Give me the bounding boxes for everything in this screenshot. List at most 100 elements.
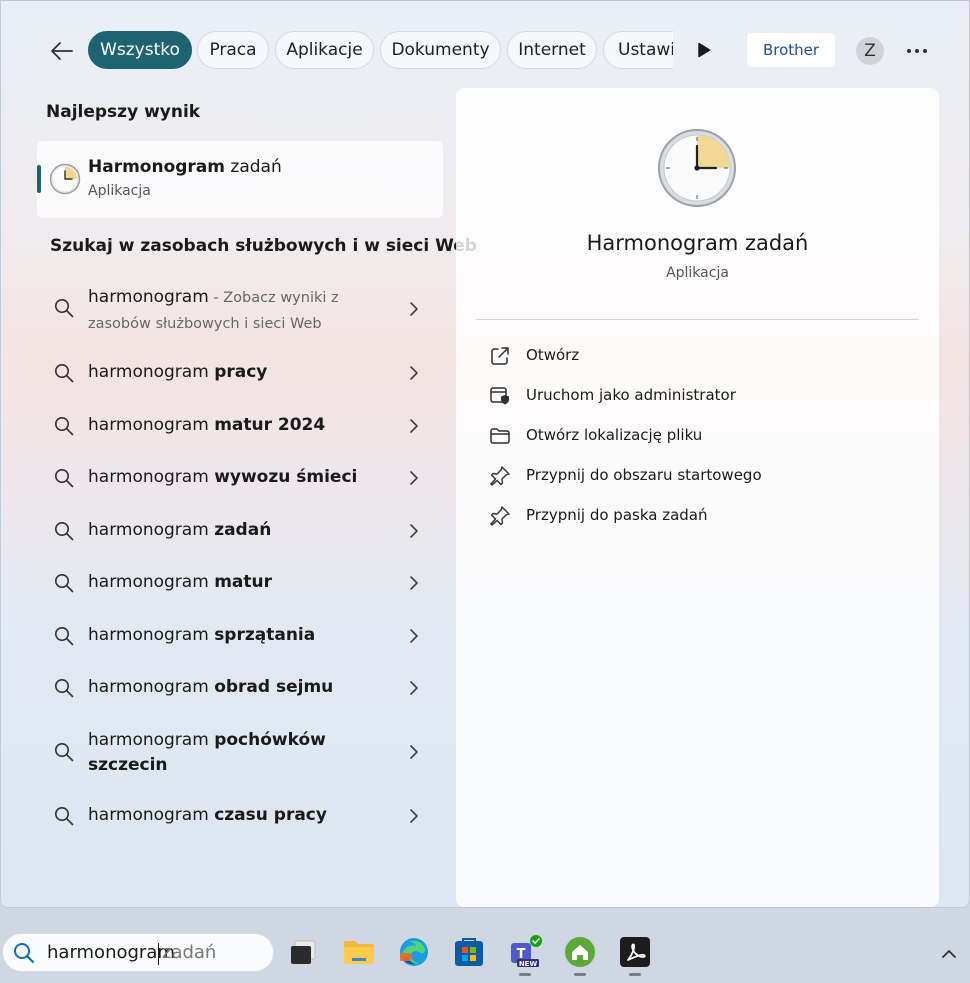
teams-button[interactable]: T NEW (508, 935, 542, 976)
task-view-icon (291, 940, 316, 964)
action-label: Otwórz lokalizację pliku (526, 426, 703, 444)
chevron-right-icon (410, 629, 418, 643)
search-icon (55, 627, 74, 646)
show-hidden-icons-button[interactable] (936, 941, 962, 967)
store-button[interactable] (452, 935, 486, 969)
taskbar-search-box[interactable]: harmonogram zadań (2, 933, 274, 972)
chevron-right-icon (410, 366, 418, 380)
home-icon (565, 937, 595, 967)
suggestion-text: harmonogram zadań (88, 520, 272, 540)
search-icon (55, 574, 74, 593)
task-view-button[interactable] (287, 935, 321, 969)
action-label: Uruchom jako administrator (526, 386, 736, 404)
tab-internet[interactable]: Internet (507, 31, 597, 69)
taskbar: harmonogram zadań T NEW (0, 921, 970, 983)
detail-app-type: Aplikacja (666, 265, 729, 281)
suggestion-text: harmonogram pochówków szczecin (88, 730, 326, 775)
search-icon (55, 299, 74, 318)
tab-apps[interactable]: Aplikacje (275, 31, 374, 69)
action-label: Przypnij do paska zadań (526, 506, 708, 524)
action-label: Otwórz (526, 346, 580, 364)
suggestion-item[interactable]: harmonogram pochówków szczecin (37, 728, 443, 780)
search-icon (14, 943, 35, 964)
best-match-name: Harmonogram zadań (88, 157, 282, 177)
chevron-right-icon (410, 471, 418, 485)
action-open-file-location[interactable]: Otwórz lokalizację pliku (488, 424, 908, 448)
tab-work[interactable]: Praca (197, 31, 269, 69)
pdf-reader-icon (620, 937, 650, 967)
selection-indicator (37, 165, 41, 193)
pdf-reader-button[interactable] (618, 935, 652, 976)
edge-button[interactable] (397, 935, 431, 969)
pin-icon (490, 466, 510, 486)
tab-settings-clip: Ustawi (603, 31, 673, 69)
suggestion-text: harmonogram - Zobacz wyniki z zasobów słu… (88, 287, 339, 332)
best-match-item[interactable]: Harmonogram zadań Aplikacja (37, 141, 443, 218)
tab-settings[interactable]: Ustawi (603, 31, 673, 69)
store-icon (455, 938, 483, 966)
clock-icon (658, 129, 736, 207)
suggestion-item[interactable]: harmonogram - Zobacz wyniki z zasobów słu… (37, 285, 443, 337)
pin-icon (490, 506, 510, 526)
action-pin-to-start[interactable]: Przypnij do obszaru startowego (488, 464, 908, 488)
web-section-title: Szukaj w zasobach służbowych i w sieci W… (50, 236, 477, 256)
search-icon (55, 469, 74, 488)
suggestion-text: harmonogram obrad sejmu (88, 677, 334, 697)
scroll-tabs-button[interactable] (691, 37, 717, 63)
action-pin-to-taskbar[interactable]: Przypnij do paska zadań (488, 504, 908, 528)
suggestion-item[interactable]: harmonogram obrad sejmu (37, 675, 443, 701)
clock-icon (49, 163, 81, 195)
home-button[interactable] (563, 935, 597, 976)
chevron-right-icon (410, 809, 418, 823)
detail-app-name: Harmonogram zadań (586, 231, 809, 255)
start-search-panel: Wszystko Praca Aplikacje Dokumenty Inter… (0, 0, 970, 908)
open-external-icon (491, 347, 509, 365)
arrow-left-icon (51, 42, 73, 60)
search-autocomplete: zadań (162, 942, 217, 963)
suggestion-text: harmonogram sprzątania (88, 625, 316, 645)
suggestion-item[interactable]: harmonogram matur 2024 (37, 413, 443, 439)
folder-icon (490, 428, 510, 444)
running-indicator (574, 973, 586, 976)
more-options-button[interactable] (901, 37, 933, 65)
detail-pane: Harmonogram zadań Aplikacja Otwórz Uruch… (456, 88, 939, 907)
action-open[interactable]: Otwórz (488, 344, 908, 368)
divider (476, 319, 919, 320)
file-explorer-button[interactable] (342, 935, 376, 969)
brother-button[interactable]: Brother (747, 33, 835, 67)
search-icon (55, 417, 74, 436)
chevron-right-icon (410, 681, 418, 695)
suggestion-item[interactable]: harmonogram matur (37, 570, 443, 596)
suggestion-text: harmonogram matur (88, 572, 272, 592)
back-button[interactable] (45, 34, 79, 68)
action-run-as-admin[interactable]: Uruchom jako administrator (488, 384, 908, 408)
search-icon (55, 522, 74, 541)
running-indicator (629, 973, 641, 976)
suggestion-text: harmonogram matur 2024 (88, 415, 326, 435)
chevron-right-icon (410, 745, 418, 759)
more-dot-icon (923, 49, 927, 53)
play-icon (698, 42, 711, 58)
suggestion-item[interactable]: harmonogram wywozu śmieci (37, 465, 443, 491)
avatar[interactable]: Z (856, 37, 884, 65)
shield-admin-icon (490, 387, 509, 405)
suggestion-item[interactable]: harmonogram pracy (37, 360, 443, 386)
suggestion-text: harmonogram pracy (88, 362, 268, 382)
chevron-up-icon (942, 950, 956, 958)
suggestion-item[interactable]: harmonogram zadań (37, 518, 443, 544)
teams-new-badge: NEW (519, 960, 538, 968)
suggestion-item[interactable]: harmonogram sprzątania (37, 623, 443, 649)
search-icon (55, 364, 74, 383)
tab-documents[interactable]: Dokumenty (380, 31, 501, 69)
search-icon (55, 743, 74, 762)
teams-icon: TNEW (511, 935, 542, 968)
tab-all[interactable]: Wszystko (88, 31, 192, 69)
search-icon (55, 679, 74, 698)
suggestion-item[interactable]: harmonogram czasu pracy (37, 803, 443, 829)
chevron-right-icon (410, 302, 418, 316)
chevron-right-icon (410, 576, 418, 590)
best-match-type: Aplikacja (88, 183, 151, 199)
suggestion-text: harmonogram wywozu śmieci (88, 467, 358, 487)
edge-icon (400, 938, 428, 966)
chevron-right-icon (410, 419, 418, 433)
